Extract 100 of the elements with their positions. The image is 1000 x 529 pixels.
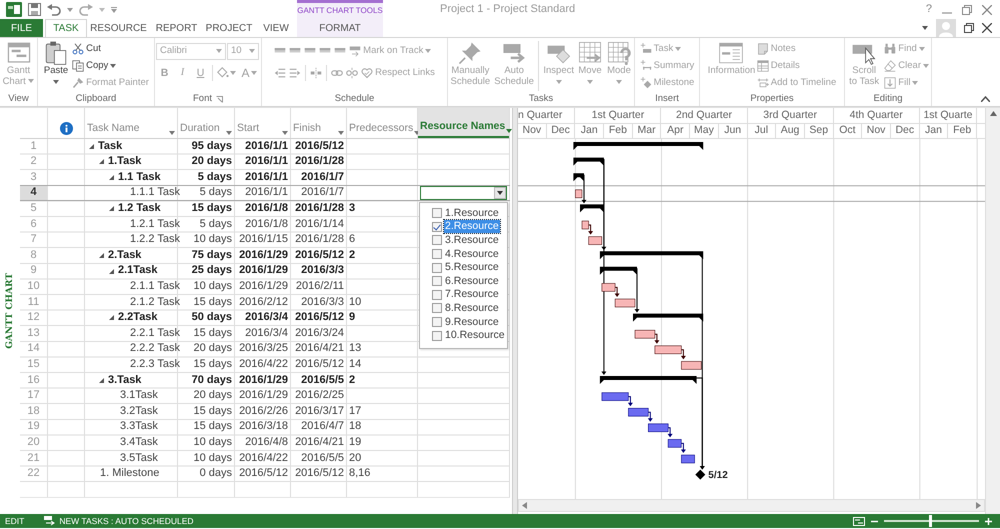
caret-icon[interactable] bbox=[169, 131, 175, 135]
auto-schedule-icon[interactable] bbox=[44, 516, 56, 526]
checkbox[interactable] bbox=[432, 248, 442, 259]
resource-option[interactable]: 6.Resource bbox=[432, 274, 505, 288]
collapse-triangle-icon[interactable] bbox=[98, 158, 105, 166]
ribbon-tab[interactable]: VIEW bbox=[255, 19, 297, 37]
column-header[interactable]: Task Name bbox=[85, 108, 177, 138]
ribbon-button[interactable]: Paste bbox=[42, 40, 70, 84]
task-bar[interactable] bbox=[634, 330, 656, 338]
column-header[interactable]: Start bbox=[235, 108, 290, 138]
ribbon-tab[interactable]: REPORT bbox=[150, 19, 203, 37]
checkbox[interactable] bbox=[432, 276, 442, 286]
scroll-right-icon[interactable] bbox=[976, 502, 981, 509]
summary-bar[interactable] bbox=[573, 158, 604, 166]
task-bar[interactable] bbox=[602, 283, 616, 292]
row-number[interactable]: 19 bbox=[20, 420, 47, 434]
caret-icon[interactable] bbox=[506, 129, 512, 133]
collapse-triangle-icon[interactable] bbox=[108, 174, 115, 181]
column-header[interactable]: Finish bbox=[291, 108, 346, 138]
resource-option[interactable]: 5.Resource bbox=[432, 260, 505, 274]
ribbon-tab[interactable]: FORMAT bbox=[297, 19, 383, 37]
resource-option[interactable]: 10.Resource bbox=[432, 328, 505, 342]
caret-icon[interactable] bbox=[110, 64, 116, 68]
checkbox[interactable] bbox=[432, 222, 442, 232]
row-number[interactable]: 4 bbox=[20, 186, 47, 200]
task-bar[interactable] bbox=[614, 298, 636, 308]
summary-bar[interactable] bbox=[600, 266, 637, 275]
row-number[interactable]: 1 bbox=[20, 139, 47, 154]
caret-icon[interactable] bbox=[338, 131, 344, 135]
caret-icon[interactable] bbox=[53, 80, 60, 84]
task-bar[interactable] bbox=[654, 346, 682, 354]
checkbox[interactable] bbox=[432, 235, 442, 246]
resource-option[interactable]: 9.Resource bbox=[432, 315, 505, 329]
task-bar[interactable] bbox=[602, 392, 629, 401]
row-number[interactable]: 7 bbox=[20, 232, 47, 248]
row-number[interactable]: 10 bbox=[20, 279, 47, 294]
checkbox[interactable] bbox=[432, 303, 442, 314]
scroll-up-icon[interactable] bbox=[990, 111, 996, 116]
row-number[interactable]: 6 bbox=[20, 216, 47, 232]
horizontal-scrollbar[interactable] bbox=[518, 499, 985, 512]
task-bar[interactable] bbox=[648, 424, 668, 432]
resource-option[interactable]: 7.Resource bbox=[432, 288, 505, 302]
collapse-triangle-icon[interactable] bbox=[88, 142, 95, 150]
row-number[interactable]: 2 bbox=[20, 154, 47, 170]
checkbox[interactable] bbox=[432, 290, 442, 300]
dialog-launcher-icon[interactable] bbox=[216, 96, 223, 103]
customize-icon[interactable] bbox=[111, 6, 117, 12]
ribbon-tab[interactable]: RESOURCE bbox=[87, 19, 150, 37]
row-number[interactable]: 18 bbox=[20, 404, 47, 419]
ribbon-button[interactable]: Cut bbox=[71, 40, 150, 57]
ribbon-tab[interactable]: TASK bbox=[45, 19, 87, 37]
scroll-left-icon[interactable] bbox=[522, 502, 527, 509]
resource-field[interactable] bbox=[420, 186, 507, 200]
save-icon[interactable] bbox=[28, 3, 41, 16]
row-number[interactable]: 17 bbox=[20, 388, 47, 404]
caret-icon[interactable] bbox=[497, 191, 503, 196]
collapse-ribbon-icon[interactable] bbox=[981, 96, 990, 102]
checkbox[interactable] bbox=[432, 330, 442, 341]
task-bar[interactable] bbox=[681, 361, 702, 370]
row-number[interactable]: 8 bbox=[20, 248, 47, 263]
caret-icon[interactable] bbox=[226, 131, 232, 135]
summary-bar[interactable] bbox=[573, 173, 584, 182]
row-number[interactable]: 3 bbox=[20, 170, 47, 185]
checkbox[interactable] bbox=[432, 316, 442, 327]
caret-icon[interactable] bbox=[282, 131, 288, 135]
zoom-thumb[interactable] bbox=[928, 515, 932, 527]
collapse-triangle-icon[interactable] bbox=[108, 268, 115, 275]
close-icon[interactable] bbox=[982, 23, 992, 33]
milestone-marker[interactable] bbox=[695, 470, 706, 480]
collapse-triangle-icon[interactable] bbox=[98, 376, 105, 384]
gantt-view-icon[interactable] bbox=[853, 516, 865, 526]
row-number[interactable]: 5 bbox=[20, 201, 47, 216]
caret-icon[interactable] bbox=[922, 26, 928, 30]
app-logo-icon[interactable] bbox=[6, 2, 22, 17]
row-number[interactable]: 22 bbox=[20, 466, 47, 482]
task-bar[interactable] bbox=[575, 190, 582, 198]
row-number[interactable]: 15 bbox=[20, 357, 47, 372]
checkbox[interactable] bbox=[432, 262, 442, 273]
summary-bar[interactable] bbox=[573, 142, 704, 150]
resource-option[interactable]: 4.Resource bbox=[432, 247, 505, 261]
row-number[interactable]: 12 bbox=[20, 310, 47, 326]
row-number[interactable]: 11 bbox=[20, 294, 47, 310]
zoom-in-icon[interactable] bbox=[985, 518, 992, 524]
new-tasks-status[interactable]: NEW TASKS : AUTO SCHEDULED bbox=[59, 516, 194, 526]
help-button[interactable]: ? bbox=[926, 2, 932, 16]
checkbox[interactable] bbox=[432, 208, 442, 218]
row-number[interactable]: 13 bbox=[20, 326, 47, 341]
row-number[interactable]: 21 bbox=[20, 450, 47, 466]
resource-option[interactable]: 3.Resource bbox=[432, 234, 505, 248]
collapse-triangle-icon[interactable] bbox=[98, 252, 105, 259]
row-number[interactable]: 20 bbox=[20, 435, 47, 450]
restore-icon[interactable] bbox=[964, 23, 974, 33]
row-number[interactable]: 14 bbox=[20, 342, 47, 356]
task-bar[interactable] bbox=[628, 408, 649, 416]
column-header[interactable]: Duration bbox=[178, 108, 234, 138]
row-number[interactable]: 9 bbox=[20, 264, 47, 278]
resource-option[interactable]: 8.Resource bbox=[432, 302, 505, 316]
redo-icon[interactable] bbox=[79, 4, 93, 16]
collapse-triangle-icon[interactable] bbox=[108, 205, 115, 212]
collapse-triangle-icon[interactable] bbox=[108, 314, 115, 322]
